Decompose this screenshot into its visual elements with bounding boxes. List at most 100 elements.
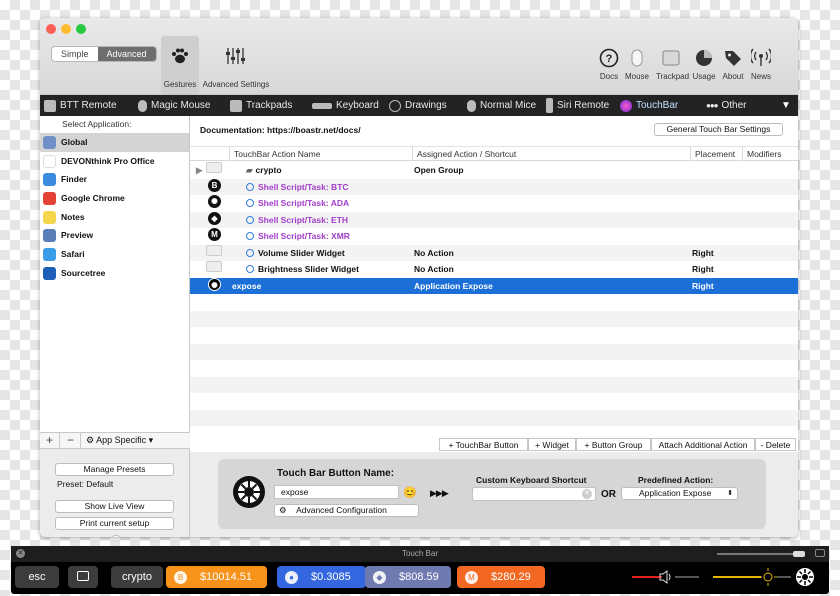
assigned-action: Open Group <box>414 165 464 175</box>
tab-drawings[interactable]: Drawings <box>389 95 447 116</box>
expose-icon[interactable] <box>795 567 815 587</box>
sidebar-item-sourcetree[interactable]: Sourcetree <box>40 264 189 283</box>
coin-price-key[interactable]: B $10014.51 <box>166 566 267 588</box>
close-icon[interactable]: ✕ <box>16 549 25 558</box>
placement: Right <box>692 247 714 258</box>
general-touchbar-settings-button[interactable]: General Touch Bar Settings <box>654 123 783 136</box>
table-row[interactable]: ◆ Shell Script/Task: ETH <box>190 211 798 228</box>
advanced-settings-tab[interactable]: Advanced Settings <box>201 36 271 94</box>
emoji-picker-icon[interactable]: 😊 <box>403 486 417 499</box>
sidebar-item-safari[interactable]: Safari <box>40 245 189 264</box>
more-tabs-chevron-icon[interactable]: ▼ <box>781 95 791 116</box>
remove-app-button[interactable]: − <box>61 433 81 449</box>
arrows-icon: ▶▶▶ <box>430 488 449 498</box>
button-name-input[interactable]: expose <box>274 485 399 499</box>
advanced-configuration-button[interactable]: ⚙ Advanced Configuration <box>274 504 419 517</box>
tab-other[interactable]: ●●● Other <box>706 95 747 116</box>
add-touchbar-button[interactable]: + TouchBar Button <box>439 438 528 451</box>
coin-icon: B <box>208 178 221 192</box>
column-header-modifiers[interactable]: Modifiers <box>742 147 798 161</box>
print-setup-button[interactable]: Print current setup <box>55 517 174 530</box>
attach-additional-action-button[interactable]: Attach Additional Action <box>651 438 755 451</box>
brightness-slider-track[interactable] <box>777 576 791 578</box>
camera-icon[interactable] <box>815 549 825 557</box>
sidebar-item-devonthink-pro-office[interactable]: DEVONthink Pro Office <box>40 152 189 171</box>
add-widget-button[interactable]: + Widget <box>528 438 576 451</box>
add-button-group-button[interactable]: + Button Group <box>576 438 651 451</box>
placement: Right <box>692 264 714 274</box>
mode-toggle[interactable]: Simple Advanced <box>51 46 157 62</box>
tab-touchbar[interactable]: TouchBar <box>620 95 678 116</box>
sidebar-item-global[interactable]: Global <box>40 133 189 152</box>
usage-button[interactable]: Usage <box>689 48 719 81</box>
coin-price-key[interactable]: ◆ $808.59 <box>365 566 451 588</box>
tab-btt-remote[interactable]: BTT Remote <box>44 95 117 116</box>
advanced-mode-button[interactable]: Advanced <box>97 47 156 61</box>
crypto-group-key[interactable]: crypto <box>111 566 163 588</box>
sidebar-item-label: Finder <box>61 174 87 185</box>
mouse-icon <box>467 99 476 112</box>
gear-icon <box>246 199 254 207</box>
news-button[interactable]: News <box>746 48 776 81</box>
volume-slider[interactable] <box>632 576 662 578</box>
gestures-tab[interactable]: Gestures <box>161 36 199 94</box>
simple-mode-button[interactable]: Simple <box>52 47 98 61</box>
app-icon <box>43 173 56 187</box>
app-icon <box>43 229 56 243</box>
sidebar-item-google-chrome[interactable]: Google Chrome <box>40 189 189 208</box>
sidebar-item-label: Global <box>61 137 88 147</box>
help-button[interactable]: ? <box>109 535 123 537</box>
expose-icon[interactable] <box>232 475 266 509</box>
predefined-action-select[interactable]: Application Expose ⬍ <box>621 487 738 500</box>
esc-key[interactable]: esc <box>15 566 59 588</box>
tab-siri-remote[interactable]: Siri Remote <box>546 95 609 116</box>
app-specific-dropdown[interactable]: ⚙ App Specific ▾ <box>86 435 153 446</box>
tab-trackpads[interactable]: Trackpads <box>230 95 292 116</box>
table-row[interactable]: B Shell Script/Task: BTC <box>190 178 798 195</box>
touchbar-collapse-key[interactable] <box>68 566 98 588</box>
sidebar-item-label: Google Chrome <box>61 193 125 204</box>
show-live-view-button[interactable]: Show Live View <box>55 500 174 513</box>
mouse-button[interactable]: Mouse <box>622 48 652 81</box>
documentation-link[interactable]: Documentation: https://boastr.net/docs/ <box>200 125 361 135</box>
manage-presets-button[interactable]: Manage Presets <box>55 463 174 476</box>
disclosure-triangle-icon[interactable]: ▶ <box>196 162 203 179</box>
table-row[interactable]: ✺ expose Application Expose Right <box>190 277 798 294</box>
minimize-button[interactable] <box>61 24 71 34</box>
column-header-placement[interactable]: Placement <box>690 147 742 161</box>
gear-icon: ⚙ <box>279 505 287 515</box>
clear-icon[interactable]: ✕ <box>582 489 592 499</box>
custom-shortcut-input[interactable]: ✕ <box>472 487 596 501</box>
table-row[interactable]: Volume Slider Widget No Action Right <box>190 244 798 261</box>
touchbar-size-slider[interactable] <box>717 551 805 557</box>
coin-price-key[interactable]: ● $0.3085 <box>277 566 366 588</box>
zoom-button[interactable] <box>76 24 86 34</box>
close-button[interactable] <box>46 24 56 34</box>
delete-button[interactable]: - Delete <box>755 438 796 451</box>
table-row[interactable]: ▶ ▰ crypto Open Group <box>190 162 798 179</box>
sidebar-item-label: Preview <box>61 230 94 241</box>
paw-icon <box>172 48 188 64</box>
button-editor: Touch Bar Button Name: expose 😊 ⚙ Advanc… <box>190 452 798 537</box>
trackpad-button[interactable]: Trackpad <box>656 48 689 81</box>
table-row[interactable]: M Shell Script/Task: XMR <box>190 228 798 245</box>
touch-bar: ✕ Touch Bar esc crypto B $10014.51 ● $0.308… <box>11 546 829 594</box>
tab-normal-mice[interactable]: Normal Mice <box>467 95 536 116</box>
coin-price-key[interactable]: M $280.29 <box>457 566 545 588</box>
docs-button[interactable]: ? Docs <box>594 48 624 81</box>
sidebar-item-preview[interactable]: Preview <box>40 226 189 245</box>
column-header-action-name[interactable]: TouchBar Action Name <box>229 147 413 161</box>
table-row[interactable]: ✺ Shell Script/Task: ADA <box>190 195 798 212</box>
assigned-action: No Action <box>414 247 454 258</box>
sidebar-item-finder[interactable]: Finder <box>40 170 189 189</box>
volume-slider-track[interactable] <box>675 576 699 578</box>
tab-magic-mouse[interactable]: Magic Mouse <box>138 95 210 116</box>
column-header-assigned-action[interactable]: Assigned Action / Shortcut <box>412 147 690 161</box>
about-button[interactable]: About <box>718 48 748 81</box>
brightness-slider[interactable] <box>713 576 761 578</box>
table-row[interactable]: Brightness Slider Widget No Action Right <box>190 261 798 278</box>
add-app-button[interactable]: + <box>40 433 60 449</box>
folder-icon: ▰ <box>246 165 253 175</box>
tab-keyboard[interactable]: Keyboard <box>312 95 379 116</box>
sidebar-item-notes[interactable]: Notes <box>40 208 189 227</box>
